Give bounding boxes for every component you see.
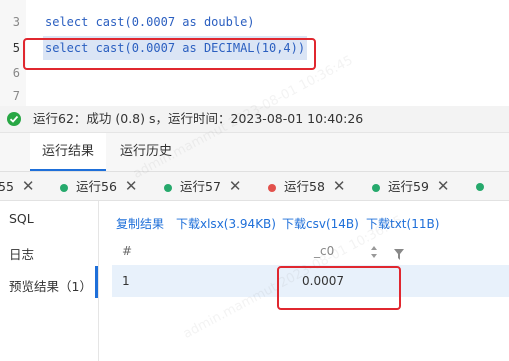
line-number: 3	[12, 15, 20, 29]
run-tab[interactable]: 运行59 ✕	[372, 172, 449, 200]
close-icon[interactable]: ✕	[333, 172, 346, 200]
status-dot-icon	[372, 183, 380, 192]
tab-run-history[interactable]: 运行历史	[110, 133, 182, 171]
active-indicator	[95, 266, 98, 298]
run-tab-label: 运行56	[76, 179, 117, 194]
run-tab-label: 运行57	[180, 179, 221, 194]
status-dot-icon	[268, 183, 276, 192]
sql-editor[interactable]: 3 select cast(0.0007 as double) 5 select…	[0, 0, 509, 106]
run-tab[interactable]: 运行57 ✕	[164, 172, 241, 200]
editor-line[interactable]: 3 select cast(0.0007 as double)	[0, 10, 509, 34]
run-tab[interactable]: 运行58 ✕	[268, 172, 345, 200]
download-xlsx-link[interactable]: 下载xlsx(3.94KB)	[176, 215, 276, 232]
run-tab[interactable]: 55 ✕	[0, 172, 34, 200]
tab-run-result[interactable]: 运行结果	[30, 133, 106, 171]
close-icon[interactable]: ✕	[22, 172, 35, 200]
close-icon[interactable]: ✕	[437, 172, 450, 200]
line-number: 5	[12, 41, 20, 55]
filter-icon[interactable]	[394, 245, 404, 264]
sort-icon[interactable]	[370, 244, 378, 263]
result-sidebar: SQL 日志 预览结果（1）	[0, 201, 99, 361]
close-icon[interactable]: ✕	[125, 172, 138, 200]
code-text[interactable]: select cast(0.0007 as double)	[45, 10, 255, 34]
status-text: 运行62：成功 (0.8) s，运行时间：2023-08-01 10:40:26	[33, 111, 364, 126]
row-number: 1	[122, 274, 130, 288]
run-tab-label: 55	[0, 179, 14, 194]
download-txt-link[interactable]: 下载txt(11B)	[366, 215, 439, 232]
highlight-box	[23, 38, 316, 70]
line-number: 6	[12, 66, 20, 80]
line-number: 7	[12, 89, 20, 103]
editor-line[interactable]: 7	[0, 84, 509, 108]
grid-header: # _c0	[112, 237, 509, 266]
highlight-box	[277, 266, 401, 310]
run-tab-label: 运行58	[284, 179, 325, 194]
row-number-header: #	[122, 244, 133, 258]
sidebar-item-preview[interactable]: 预览结果（1）	[9, 276, 92, 295]
status-dot-icon	[164, 183, 172, 192]
sidebar-item-log[interactable]: 日志	[9, 244, 34, 263]
copy-result-link[interactable]: 复制结果	[116, 215, 164, 232]
download-csv-link[interactable]: 下载csv(14B)	[282, 215, 359, 232]
result-tab-bar: 运行结果 运行历史	[0, 133, 509, 172]
run-status-bar: 运行62：成功 (0.8) s，运行时间：2023-08-01 10:40:26	[0, 106, 509, 133]
sidebar-item-sql[interactable]: SQL	[9, 211, 34, 226]
run-tab[interactable]: 运行56 ✕	[60, 172, 137, 200]
close-icon[interactable]: ✕	[229, 172, 242, 200]
status-dot-icon	[476, 182, 484, 191]
run-tabs-strip: 55 ✕ 运行56 ✕ 运行57 ✕ 运行58 ✕ 运行59 ✕	[0, 172, 509, 201]
status-dot-icon	[60, 183, 68, 192]
success-check-icon	[7, 112, 21, 126]
run-tab[interactable]	[476, 172, 492, 200]
run-tab-label: 运行59	[388, 179, 429, 194]
column-header[interactable]: _c0	[314, 237, 334, 265]
